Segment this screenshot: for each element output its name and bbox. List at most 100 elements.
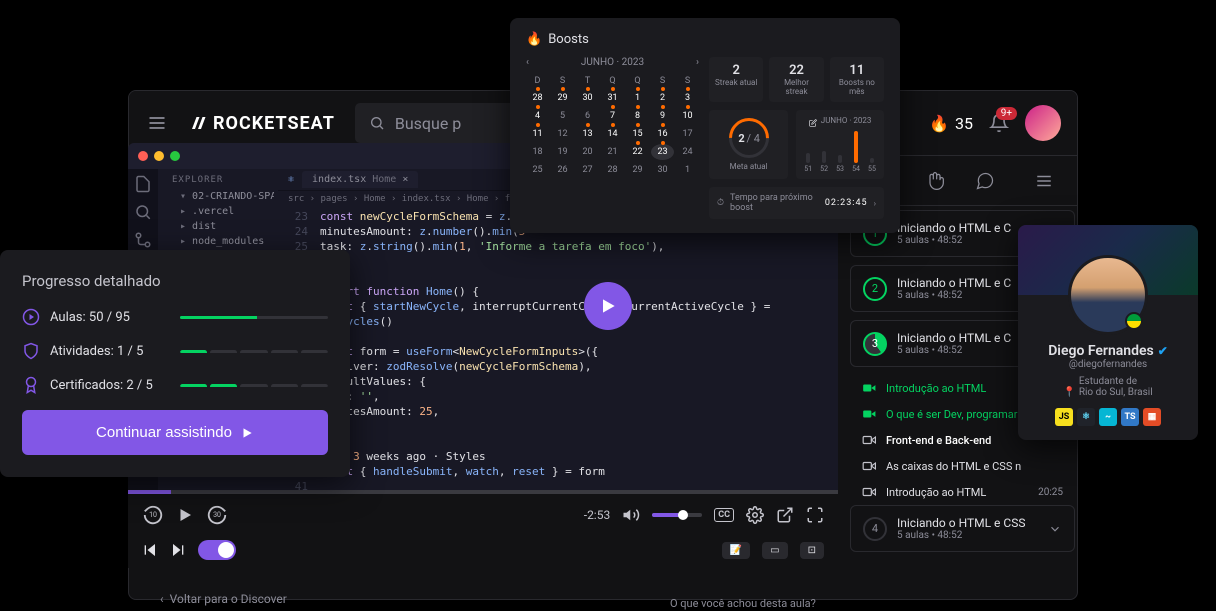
- calendar-day[interactable]: 12: [551, 126, 574, 142]
- calendar-day[interactable]: 28: [601, 162, 624, 178]
- calendar-day[interactable]: 15: [626, 126, 649, 142]
- fullscreen-icon[interactable]: [806, 506, 824, 524]
- calendar-day[interactable]: 10: [676, 108, 699, 124]
- tailwind-badge: ~: [1099, 408, 1117, 426]
- react-badge: ⚛: [1077, 408, 1095, 426]
- play-button[interactable]: [584, 282, 632, 330]
- calendar-day[interactable]: 27: [576, 162, 599, 178]
- shield-icon: [22, 342, 40, 360]
- autoplay-toggle[interactable]: [198, 540, 236, 560]
- files-icon[interactable]: [134, 175, 152, 193]
- edit-icon[interactable]: [809, 119, 817, 127]
- next-month-button[interactable]: ›: [696, 57, 699, 68]
- profile-location: 📍 Rio do Sul, Brasil: [1030, 387, 1186, 398]
- calendar-day[interactable]: 1: [676, 162, 699, 178]
- git-icon[interactable]: [134, 231, 152, 249]
- profile-name: Diego Fernandes ✔: [1030, 343, 1186, 359]
- file-item[interactable]: .vercel: [162, 204, 274, 219]
- aulas-progress: [180, 316, 328, 319]
- flame-icon: 🔥: [929, 114, 949, 133]
- back-link[interactable]: ‹Voltar para o Discover: [160, 592, 287, 606]
- menu-button[interactable]: [145, 111, 169, 135]
- profile-avatar[interactable]: [1068, 255, 1148, 335]
- calendar-day[interactable]: 8: [626, 108, 649, 124]
- list-toggle-icon[interactable]: [1035, 172, 1053, 190]
- lesson-item[interactable]: Introdução ao HTML20:25: [850, 479, 1075, 505]
- volume-slider[interactable]: [652, 513, 702, 517]
- profile-handle: @diegofernandes: [1030, 359, 1186, 370]
- user-avatar[interactable]: [1025, 105, 1061, 141]
- calendar-day[interactable]: 29: [626, 162, 649, 178]
- lesson-item[interactable]: As caixas do HTML e CSS n: [850, 453, 1075, 479]
- calendar-day[interactable]: 24: [676, 144, 699, 160]
- project-root[interactable]: 02-CRIANDO-SPAS-REACT: [162, 189, 274, 204]
- next-boost-timer: ⏱ Tempo para próximo boost 02:23:45 ›: [709, 187, 884, 219]
- search-icon[interactable]: [134, 203, 152, 221]
- video-progress[interactable]: [128, 490, 838, 494]
- calendar-day[interactable]: 9: [651, 108, 674, 124]
- hand-icon[interactable]: [925, 171, 945, 191]
- continue-button[interactable]: Continuar assistindo: [22, 410, 328, 455]
- video-time: -2:53: [584, 508, 610, 522]
- calendar-day[interactable]: 20: [576, 144, 599, 160]
- chat-icon[interactable]: [975, 171, 995, 191]
- aulas-label: Aulas: 50 / 95: [50, 310, 170, 325]
- file-item[interactable]: dist: [162, 219, 274, 234]
- explorer-label: EXPLORER: [162, 175, 274, 185]
- rewind-10-button[interactable]: 10: [142, 504, 164, 526]
- certificados-progress: [180, 384, 328, 387]
- active-tab[interactable]: index.tsx Home ×: [302, 171, 418, 188]
- cc-button[interactable]: CC: [714, 508, 734, 522]
- prev-button[interactable]: [142, 542, 158, 558]
- calendar-day[interactable]: 30: [576, 90, 599, 106]
- calendar-day[interactable]: 16: [651, 126, 674, 142]
- volume-icon[interactable]: [622, 506, 640, 524]
- search-placeholder: Busque p: [395, 114, 461, 133]
- notifications-button[interactable]: 9+: [989, 113, 1009, 133]
- play-circle-icon: [22, 308, 40, 326]
- play-icon[interactable]: [176, 506, 194, 524]
- tech-badges: JS ⚛ ~ TS ▦: [1030, 408, 1186, 426]
- search-icon: [369, 115, 385, 131]
- calendar-day[interactable]: 29: [551, 90, 574, 106]
- calendar-day[interactable]: 2: [651, 90, 674, 106]
- boosts-header: 🔥 Boosts: [526, 32, 884, 47]
- html-badge: ▦: [1143, 408, 1161, 426]
- profile-role: Estudante de: [1030, 376, 1186, 387]
- file-item[interactable]: node_modules: [162, 234, 274, 249]
- calendar-day[interactable]: 28: [526, 90, 549, 106]
- stat-box: 22Melhor streak: [769, 57, 823, 102]
- next-button[interactable]: [170, 542, 186, 558]
- calendar-day[interactable]: 19: [551, 144, 574, 160]
- transcript-button[interactable]: 📝: [722, 542, 750, 559]
- calendar-day[interactable]: 21: [601, 144, 624, 160]
- calendar-day[interactable]: 18: [526, 144, 549, 160]
- streak-indicator[interactable]: 🔥 35: [929, 114, 973, 133]
- external-icon[interactable]: [776, 506, 794, 524]
- calendar-day[interactable]: 13: [576, 126, 599, 142]
- flame-icon: 🔥: [526, 32, 542, 47]
- calendar-day[interactable]: 14: [601, 126, 624, 142]
- calendar-day[interactable]: 31: [601, 90, 624, 106]
- calendar-day[interactable]: 26: [551, 162, 574, 178]
- calendar-day[interactable]: 3: [676, 90, 699, 106]
- calendar-day[interactable]: 17: [676, 126, 699, 142]
- pip-button[interactable]: ⊡: [800, 542, 824, 559]
- calendar-day[interactable]: 4: [526, 108, 549, 124]
- calendar-day[interactable]: 1: [626, 90, 649, 106]
- forward-30-button[interactable]: 30: [206, 504, 228, 526]
- calendar-day[interactable]: 11: [526, 126, 549, 142]
- calendar-day[interactable]: 5: [551, 108, 574, 124]
- calendar-day[interactable]: 22: [626, 144, 649, 160]
- speed-button[interactable]: ▭: [762, 542, 787, 559]
- calendar-day[interactable]: 7: [601, 108, 624, 124]
- calendar-day[interactable]: 6: [576, 108, 599, 124]
- calendar-day[interactable]: 23: [651, 144, 674, 160]
- video-controls: 10 30 -2:53 CC 📝 ▭ ⊡: [128, 490, 838, 568]
- calendar-day[interactable]: 25: [526, 162, 549, 178]
- js-badge: JS: [1055, 408, 1073, 426]
- calendar-day[interactable]: 30: [651, 162, 674, 178]
- module-item[interactable]: 4 Iniciando o HTML e CSS 5 aulas • 48:52: [850, 505, 1075, 552]
- prev-month-button[interactable]: ‹: [526, 57, 529, 68]
- settings-icon[interactable]: [746, 506, 764, 524]
